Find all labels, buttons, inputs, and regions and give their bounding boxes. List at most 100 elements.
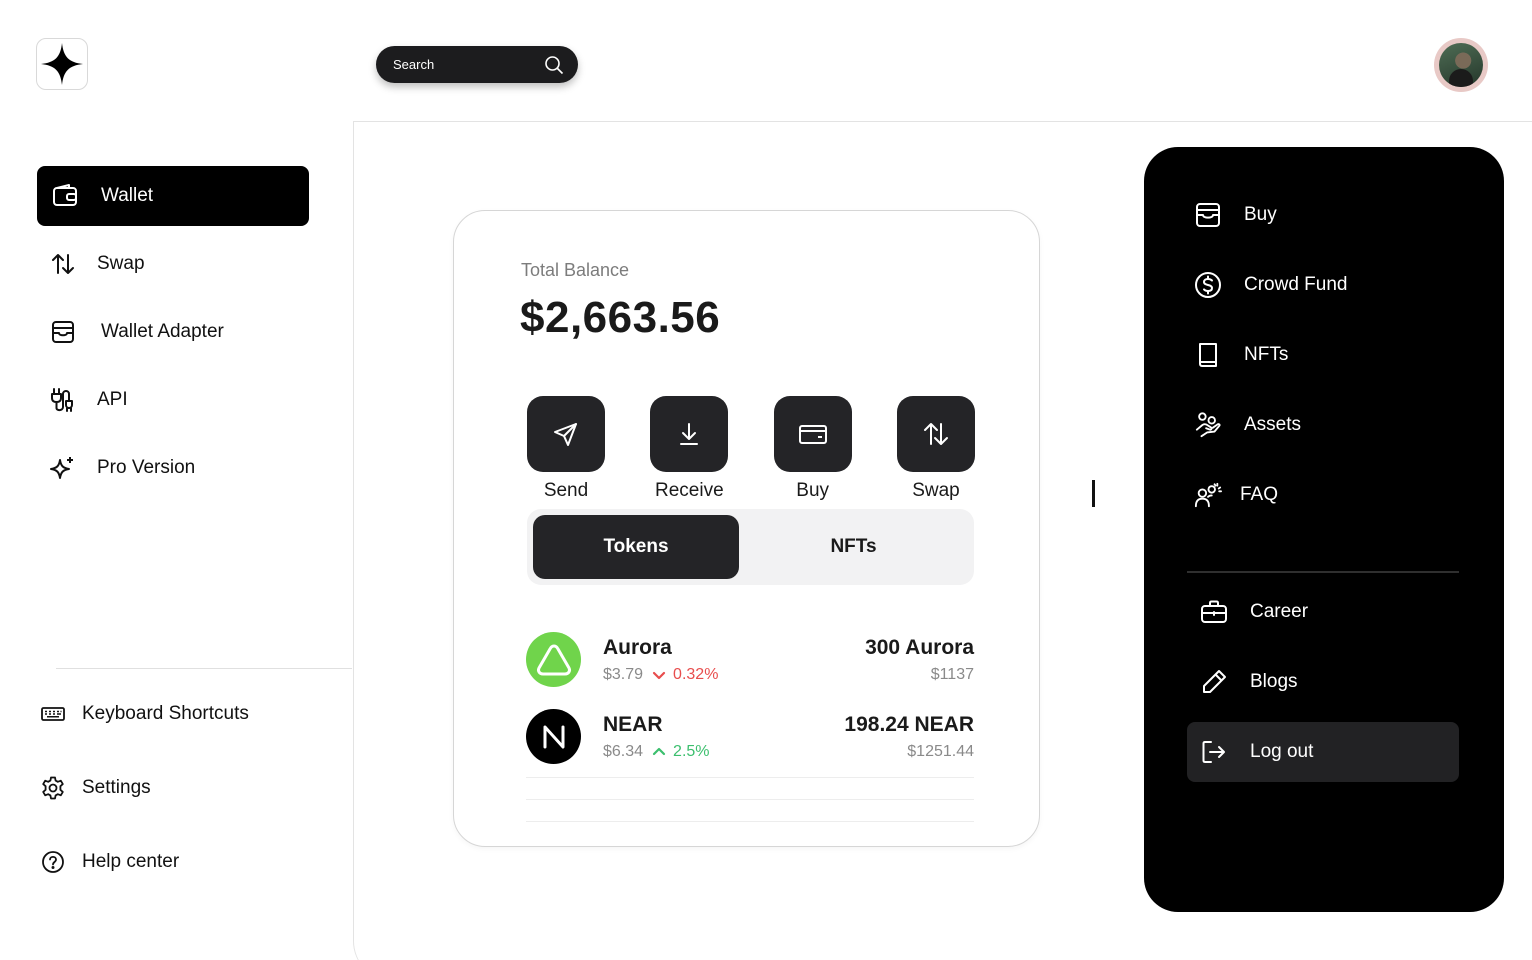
token-row-aurora[interactable]: Aurora $3.79 0.32% 300 Aurora $1137 [526,621,974,698]
token-usd-value: $1251.44 [907,742,974,760]
token-price: $6.34 [603,742,644,760]
menu-item-crowd-fund[interactable]: Crowd Fund [1194,271,1348,299]
receive-action[interactable]: Receive [650,396,729,502]
buy-label: Buy [796,480,830,501]
wallet-adapter-icon [49,318,77,346]
keyboard-icon [40,701,66,727]
empty-rows [526,777,974,843]
menu-item-label: NFTs [1244,344,1289,365]
token-name: Aurora [603,635,672,659]
row-divider [526,821,974,822]
token-usd-value: $1137 [930,665,974,683]
sidebar-item-keyboard-shortcuts[interactable]: Keyboard Shortcuts [40,690,249,738]
app-logo[interactable] [36,38,88,90]
dollar-circle-icon [1194,271,1222,299]
sidebar-bottom-nav: Keyboard Shortcuts Settings Help center [40,690,249,912]
download-icon [680,423,699,445]
book-icon [1194,341,1222,369]
text-cursor [1092,480,1095,507]
total-balance-label: Total Balance [521,260,630,280]
menu-item-faq[interactable]: FAQ [1194,481,1278,509]
sidebar-item-label: Swap [97,253,145,274]
token-price: $3.79 [603,665,644,683]
tab-nfts[interactable]: NFTs [739,515,968,579]
sidebar-item-label: Pro Version [97,457,196,478]
send-button[interactable] [527,396,605,472]
receive-label: Receive [655,480,724,501]
sparkles-icon [49,454,77,482]
token-change-value: 2.5% [673,742,710,760]
sidebar-divider [56,668,352,669]
sidebar-item-settings[interactable]: Settings [40,764,249,812]
swap-label: Swap [912,480,960,501]
total-balance-value: $2,663.56 [520,293,721,342]
wallet-card: Total Balance $2,663.56 Send Receive Buy… [453,210,1040,847]
menu-item-career[interactable]: Career [1200,598,1308,626]
sidebar-item-api[interactable]: API [37,370,309,430]
search-bar[interactable]: Search [376,46,578,83]
token-change: 0.32% [651,666,718,684]
avatar[interactable] [1434,38,1488,92]
token-change-value: 0.32% [673,665,719,683]
buy-button[interactable] [773,396,852,472]
sidebar-item-label: Help center [82,851,180,872]
inbox-card-icon [1194,201,1222,229]
avatar-photo [1439,43,1483,87]
help-circle-icon [40,849,66,875]
sparkle-logo-icon [41,43,83,85]
menu-item-label: FAQ [1240,484,1279,505]
token-amount: 300 Aurora [865,635,974,659]
swap-button[interactable] [896,396,975,472]
send-label: Send [543,480,589,501]
logout-icon [1200,738,1228,766]
aurora-logo-icon [526,632,581,687]
menu-item-label: Career [1250,601,1309,622]
sidebar-item-swap[interactable]: Swap [37,234,309,294]
send-icon [554,423,577,446]
hand-coins-icon [1194,411,1222,439]
account-menu: Buy Crowd Fund NFTs Assets FAQ Career Bl… [1144,147,1504,912]
chevron-up-icon [652,747,666,755]
swap-arrows-icon [49,250,77,278]
buy-action[interactable]: Buy [773,396,852,502]
sidebar-item-label: Wallet Adapter [101,321,224,342]
menu-item-nfts[interactable]: NFTs [1194,341,1288,369]
token-row-near[interactable]: NEAR $6.34 2.5% 198.24 NEAR $1251.44 [526,698,974,775]
wallet-actions: Send Receive Buy Swap [527,396,975,502]
menu-item-label: Assets [1244,414,1302,435]
swap-action[interactable]: Swap [896,396,975,502]
sidebar-item-pro-version[interactable]: Pro Version [37,438,309,498]
swap-arrows-icon [923,423,948,445]
menu-item-blogs[interactable]: Blogs [1200,668,1298,696]
api-plug-icon [49,386,77,414]
send-action[interactable]: Send [527,396,605,502]
sidebar-item-wallet-adapter[interactable]: Wallet Adapter [37,302,309,362]
sidebar-item-label: Keyboard Shortcuts [82,703,249,724]
sidebar-item-label: Settings [82,777,151,798]
token-amount: 198.24 NEAR [844,712,974,736]
near-logo-icon [526,709,581,764]
chevron-down-icon [652,671,666,679]
gear-icon [40,775,66,801]
menu-item-buy[interactable]: Buy [1194,201,1277,229]
menu-divider [1187,571,1459,573]
asset-tabs: Tokens NFTs [527,509,974,585]
pencil-icon [1200,668,1228,696]
menu-item-label: Log out [1250,741,1314,762]
sidebar-nav: Wallet Swap Wallet Adapter API Pro Versi… [37,166,309,506]
token-list: Aurora $3.79 0.32% 300 Aurora $1137 NEAR… [526,621,974,775]
sidebar-item-wallet[interactable]: Wallet [37,166,309,226]
token-name: NEAR [603,712,663,736]
card-icon [798,425,827,444]
sidebar-item-label: API [97,389,128,410]
search-input[interactable]: Search [393,57,434,72]
menu-item-assets[interactable]: Assets [1194,411,1301,439]
sidebar-item-help-center[interactable]: Help center [40,838,249,886]
wallet-icon [51,182,79,210]
receive-button[interactable] [650,396,729,472]
row-divider [526,799,974,800]
menu-item-label: Crowd Fund [1244,274,1348,295]
menu-item-log-out[interactable]: Log out [1200,738,1313,766]
menu-item-label: Buy [1244,204,1277,225]
tab-tokens[interactable]: Tokens [533,515,739,579]
